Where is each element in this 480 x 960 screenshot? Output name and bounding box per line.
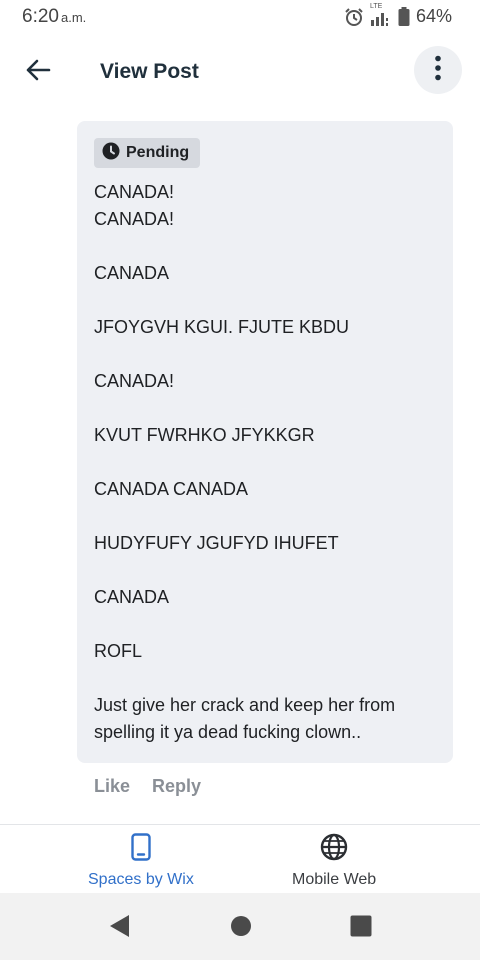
post-line: JFOYGVH KGUI. FJUTE KBDU — [94, 317, 350, 337]
status-badge-label: Pending — [126, 144, 190, 161]
post-card: Pending CANADA! CANADA! CANADA JFOYGVH K… — [77, 121, 453, 763]
post-line: HUDYFUFY JGUFYD IHUFET — [94, 533, 339, 553]
reply-button[interactable]: Reply — [152, 776, 201, 797]
status-bar: 6:20 a.m. LTE 64% — [0, 0, 480, 36]
post-line: CANADA CANADA — [94, 479, 249, 499]
nav-spaces-by-wix[interactable]: Spaces by Wix — [88, 833, 194, 889]
post-blank-line — [94, 449, 439, 476]
post-line: CANADA — [94, 263, 170, 283]
more-options-button[interactable] — [414, 46, 462, 94]
system-recents-button[interactable] — [348, 915, 374, 941]
like-button[interactable]: Like — [94, 776, 130, 797]
post-line: ROFL — [94, 641, 143, 661]
post-body: CANADA! CANADA! CANADA JFOYGVH KGUI. FJU… — [94, 179, 439, 746]
post-blank-line — [94, 233, 439, 260]
post-actions: Like Reply — [94, 776, 201, 797]
post-blank-line — [94, 395, 439, 422]
post-blank-line — [94, 287, 439, 314]
network-type-label: LTE — [369, 2, 383, 10]
post-blank-line — [94, 341, 439, 368]
back-button[interactable] — [16, 50, 60, 94]
square-recents-icon — [350, 915, 372, 942]
clock-time: 6:20 — [22, 6, 59, 27]
post-blank-line — [94, 557, 439, 584]
post-line: KVUT FWRHKO JFYKKGR — [94, 425, 315, 445]
nav-web-label: Mobile Web — [292, 871, 377, 888]
status-badge: Pending — [94, 138, 201, 168]
post-paragraph: Just give her crack and keep her from sp… — [94, 695, 396, 742]
arrow-left-icon — [24, 56, 52, 89]
nav-spaces-label: Spaces by Wix — [88, 871, 194, 888]
battery-percent: 64% — [415, 6, 452, 26]
post-line: CANADA! — [94, 371, 175, 391]
alarm-icon — [344, 7, 364, 27]
app-header: View Post — [0, 44, 480, 100]
page-title: View Post — [100, 60, 199, 83]
post-blank-line — [94, 665, 439, 692]
triangle-back-icon — [107, 913, 131, 944]
system-back-button[interactable] — [106, 913, 132, 944]
status-time: 6:20 a.m. — [22, 6, 86, 28]
phone-icon — [131, 833, 151, 866]
battery-icon — [398, 6, 410, 27]
post-line: CANADA — [94, 587, 170, 607]
clock-ampm: a.m. — [60, 10, 87, 25]
post-blank-line — [94, 503, 439, 530]
clock-icon — [102, 142, 120, 165]
circle-home-icon — [230, 915, 252, 942]
system-home-button[interactable] — [228, 915, 254, 941]
system-nav-bar — [0, 893, 480, 960]
post-line: CANADA! — [94, 209, 175, 229]
bottom-nav: Spaces by Wix Mobile Web — [0, 824, 480, 893]
signal-icon: LTE — [370, 3, 392, 26]
status-icons: LTE 64% — [344, 3, 452, 27]
globe-icon — [320, 833, 348, 866]
post-blank-line — [94, 611, 439, 638]
more-vertical-icon — [434, 55, 442, 86]
post-line: CANADA! — [94, 182, 175, 202]
nav-mobile-web[interactable]: Mobile Web — [292, 833, 376, 889]
